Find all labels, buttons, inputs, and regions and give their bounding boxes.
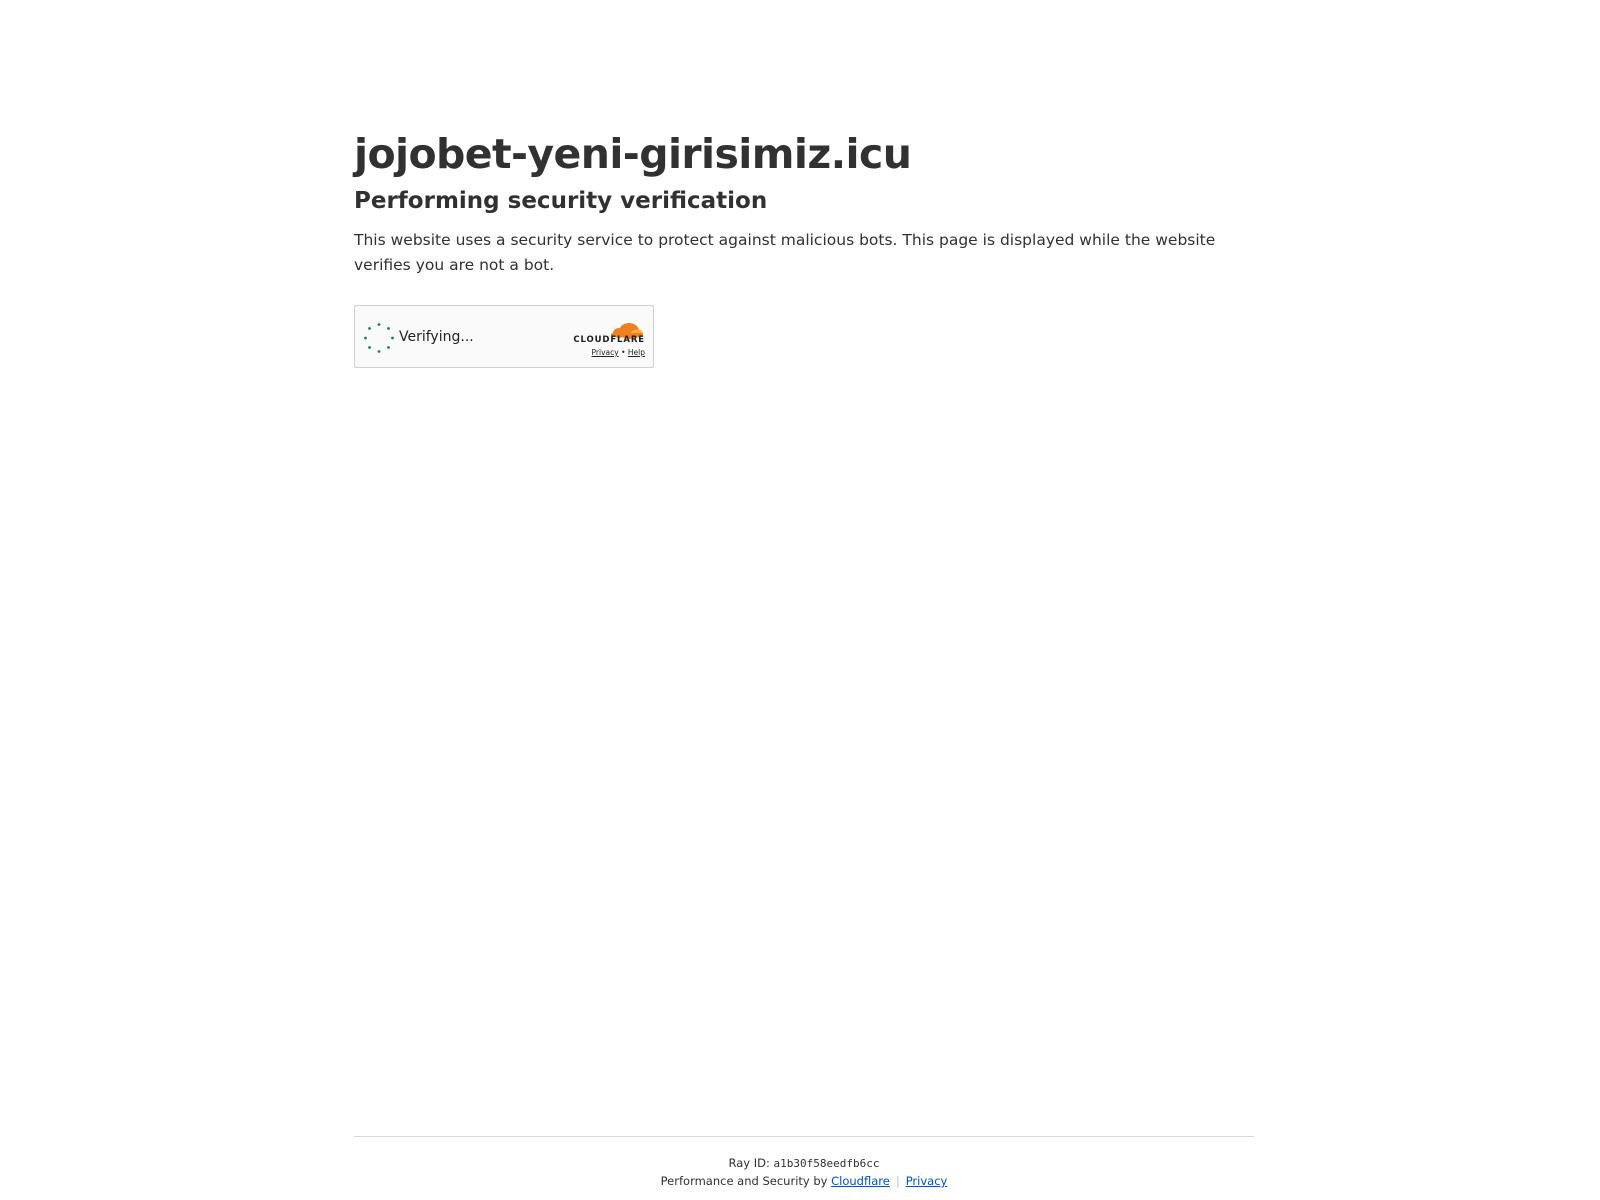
ray-id-line: Ray ID: a1b30f58eedfb6cc bbox=[354, 1155, 1254, 1172]
widget-links: Privacy • Help bbox=[592, 348, 645, 357]
widget-help-link[interactable]: Help bbox=[628, 348, 645, 357]
verifying-status: Verifying... bbox=[399, 329, 474, 345]
page-subtitle: Performing security verification bbox=[354, 188, 768, 214]
spinner-icon bbox=[364, 323, 394, 353]
footer: Ray ID: a1b30f58eedfb6cc Performance and… bbox=[354, 1136, 1254, 1190]
footer-privacy-link[interactable]: Privacy bbox=[906, 1174, 948, 1188]
footer-separator: | bbox=[895, 1174, 900, 1188]
verification-widget[interactable]: Verifying... CLOUDFLARE Privacy • Help bbox=[354, 305, 654, 368]
cloudflare-link[interactable]: Cloudflare bbox=[831, 1174, 890, 1188]
cloudflare-wordmark: CLOUDFLARE bbox=[573, 335, 645, 345]
ray-id-value: a1b30f58eedfb6cc bbox=[773, 1157, 880, 1170]
performance-line: Performance and Security by Cloudflare | P… bbox=[354, 1172, 1254, 1190]
main-content: jojobet-yeni-girisimiz.icu Performing se… bbox=[354, 128, 1254, 278]
widget-privacy-link[interactable]: Privacy bbox=[592, 348, 619, 357]
performance-text: Performance and Security by bbox=[660, 1174, 828, 1188]
page-description: This website uses a security service to … bbox=[354, 231, 1216, 274]
ray-id-label: Ray ID: bbox=[728, 1156, 770, 1170]
widget-link-separator: • bbox=[621, 348, 626, 357]
site-title: jojobet-yeni-girisimiz.icu bbox=[354, 130, 912, 178]
